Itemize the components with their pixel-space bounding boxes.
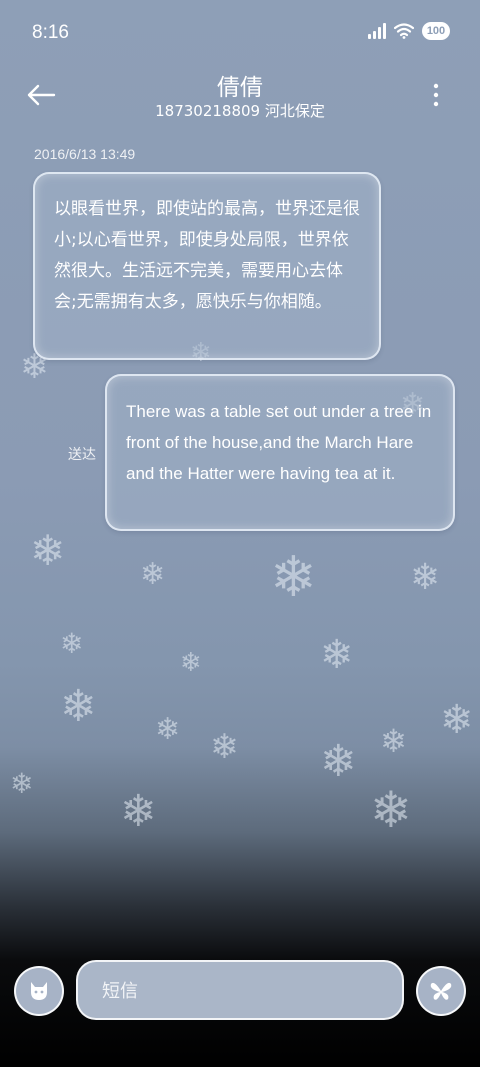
message-input-placeholder: 短信 bbox=[102, 981, 138, 1002]
snowflake-icon: ❄ bbox=[60, 627, 84, 660]
status-bar: 8:16 100 bbox=[0, 0, 480, 68]
message-text: There was a table set out under a tree i… bbox=[126, 402, 432, 483]
wifi-icon bbox=[394, 23, 414, 39]
battery-icon: 100 bbox=[422, 22, 450, 40]
snowflake-icon: ❄ bbox=[10, 767, 34, 800]
chat-header: 倩倩 18730218809 河北保定 bbox=[0, 68, 480, 128]
snowflake-icon: ❄ bbox=[30, 526, 66, 575]
message-input[interactable]: 短信 bbox=[76, 960, 404, 1020]
message-text: 以眼看世界，即使站的最高，世界还是很小;以心看世界，即使身处局限，世界依然很大。… bbox=[54, 199, 360, 312]
incoming-message-bubble[interactable]: 以眼看世界，即使站的最高，世界还是很小;以心看世界，即使身处局限，世界依然很大。… bbox=[33, 172, 381, 360]
contact-phone-location: 18730218809 河北保定 bbox=[155, 102, 325, 120]
snowflake-icon: ❄ bbox=[410, 557, 441, 598]
contact-name: 倩倩 bbox=[217, 75, 263, 101]
snowflake-icon: ❄ bbox=[210, 727, 239, 767]
snowflake-icon: ❄ bbox=[320, 736, 357, 787]
status-icons: 100 bbox=[368, 22, 450, 40]
snowflake-icon: ❄ bbox=[120, 786, 157, 837]
message-timestamp: 2016/6/13 13:49 bbox=[34, 146, 136, 162]
butterfly-send-icon bbox=[430, 982, 452, 1000]
snowflake-icon: ❄ bbox=[320, 632, 354, 678]
more-vert-icon[interactable] bbox=[428, 80, 444, 110]
snowflake-icon: ❄ bbox=[380, 722, 407, 760]
signal-icon bbox=[368, 23, 386, 39]
snowflake-icon: ❄ bbox=[370, 781, 412, 839]
send-button[interactable] bbox=[416, 966, 466, 1016]
snowflake-icon: ❄ bbox=[270, 545, 317, 610]
cat-avatar-icon bbox=[31, 982, 47, 1000]
snowflake-icon: ❄ bbox=[155, 712, 181, 747]
status-time: 8:16 bbox=[32, 22, 69, 43]
snowflake-icon: ❄ bbox=[60, 681, 97, 732]
delivery-status: 送达 bbox=[68, 447, 96, 463]
cat-avatar-button[interactable] bbox=[14, 966, 64, 1016]
snowflake-icon: ❄ bbox=[440, 697, 474, 743]
outgoing-message-bubble[interactable]: There was a table set out under a tree i… bbox=[105, 374, 455, 531]
snowflake-icon: ❄ bbox=[140, 557, 166, 592]
snowflake-icon: ❄ bbox=[180, 648, 202, 678]
